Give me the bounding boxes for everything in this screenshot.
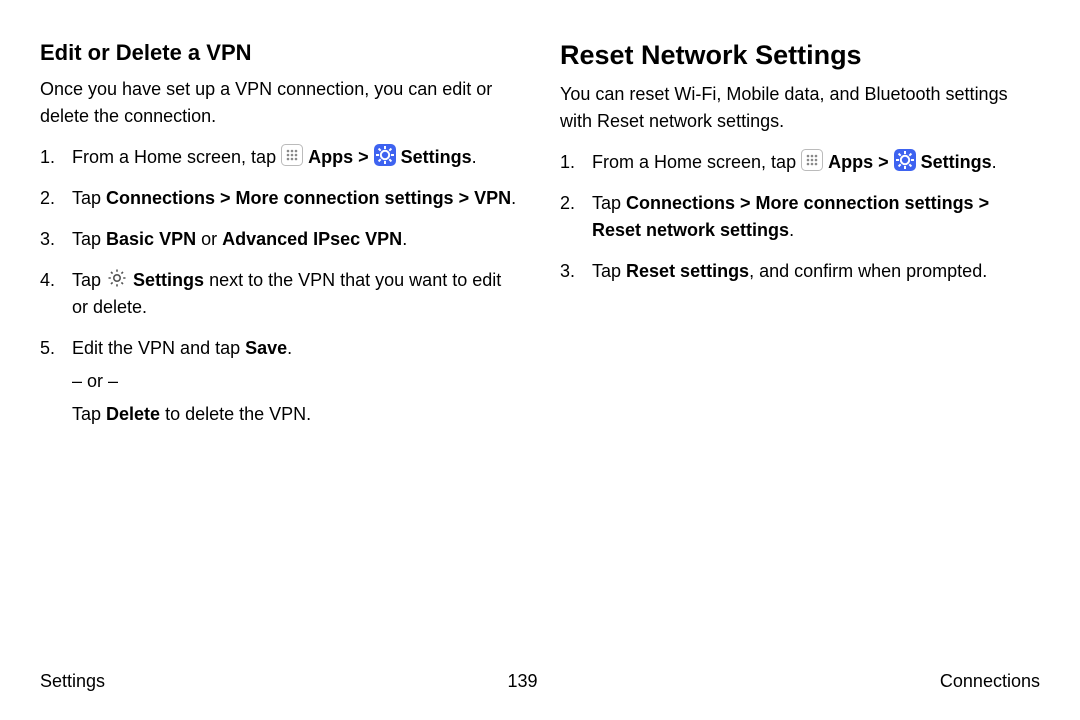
page-footer: Settings 139 Connections [40,671,1040,692]
or-text: or [196,229,222,249]
left-intro: Once you have set up a VPN connection, y… [40,76,520,130]
text: From a Home screen, tap [592,152,801,172]
settings-label: Settings [133,270,204,290]
end: . [992,152,997,172]
del-pre: Tap [72,404,106,424]
text: Edit the VPN and tap [72,338,245,358]
adv-vpn-bold: Advanced IPsec VPN [222,229,402,249]
right-heading: Reset Network Settings [560,40,1040,71]
right-steps: 1. From a Home screen, tap Apps > Settin… [560,149,1040,285]
text: Tap [592,261,626,281]
content-columns: Edit or Delete a VPN Once you have set u… [40,40,1040,442]
footer-page-number: 139 [507,671,537,692]
step-number: 2. [40,185,55,212]
basic-vpn-bold: Basic VPN [106,229,196,249]
left-step-2: 2. Tap Connections > More connection set… [40,185,520,212]
separator: > [878,152,894,172]
settings-gear-outline-icon [106,267,128,289]
text: Tap [72,270,106,290]
left-step-1: 1. From a Home screen, tap Apps > Settin… [40,144,520,171]
text: From a Home screen, tap [72,147,281,167]
right-step-1: 1. From a Home screen, tap Apps > Settin… [560,149,1040,176]
settings-label: Settings [401,147,472,167]
step-number: 1. [40,144,55,171]
text: Tap [72,188,106,208]
settings-label: Settings [921,152,992,172]
save-bold: Save [245,338,287,358]
step-number: 4. [40,267,55,294]
left-steps: 1. From a Home screen, tap Apps > Settin… [40,144,520,428]
end: . [789,220,794,240]
right-step-2: 2. Tap Connections > More connection set… [560,190,1040,244]
step-number: 3. [40,226,55,253]
settings-bold: Settings [401,147,472,167]
settings-bold: Settings [133,270,204,290]
apps-icon [281,144,303,166]
end: . [287,338,292,358]
footer-right: Connections [940,671,1040,692]
step-number: 1. [560,149,575,176]
apps-label: Apps [308,147,353,167]
end: . [402,229,407,249]
step-number: 5. [40,335,55,362]
step-number: 2. [560,190,575,217]
settings-gear-blue-icon [374,144,396,166]
text: Tap [72,229,106,249]
right-step-3: 3. Tap Reset settings, and confirm when … [560,258,1040,285]
step-number: 3. [560,258,575,285]
left-heading: Edit or Delete a VPN [40,40,520,66]
text: Tap [592,193,626,213]
left-step-4: 4. Tap Settings next to the VPN that you… [40,267,520,321]
separator: > [358,147,374,167]
or-line: – or – [72,368,520,395]
settings-bold: Settings [921,152,992,172]
left-column: Edit or Delete a VPN Once you have set u… [40,40,520,442]
delete-line: Tap Delete to delete the VPN. [72,401,520,428]
reset-bold: Reset settings [626,261,749,281]
left-step-5: 5. Edit the VPN and tap Save. – or – Tap… [40,335,520,428]
settings-gear-blue-icon [894,149,916,171]
left-step-3: 3. Tap Basic VPN or Advanced IPsec VPN. [40,226,520,253]
footer-left: Settings [40,671,105,692]
apps-bold: Apps [828,152,873,172]
end: . [511,188,516,208]
apps-icon [801,149,823,171]
delete-bold: Delete [106,404,160,424]
path-bold: Connections > More connection settings >… [106,188,511,208]
apps-label: Apps [828,152,873,172]
post-text: , and confirm when prompted. [749,261,987,281]
right-intro: You can reset Wi-Fi, Mobile data, and Bl… [560,81,1040,135]
apps-bold: Apps [308,147,353,167]
del-post: to delete the VPN. [160,404,311,424]
right-column: Reset Network Settings You can reset Wi-… [560,40,1040,442]
end: . [472,147,477,167]
